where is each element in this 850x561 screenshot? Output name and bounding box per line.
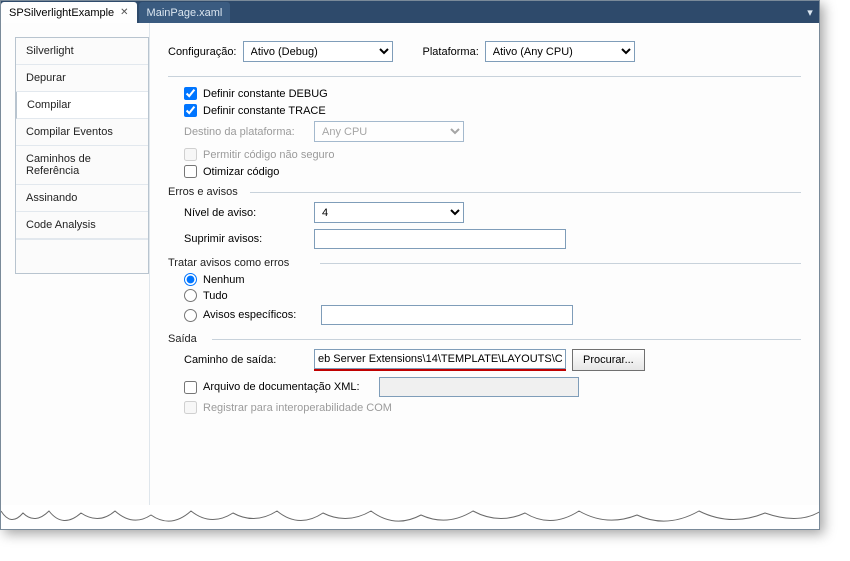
suppress-label: Suprimir avisos: <box>184 233 314 245</box>
platform-label: Plataforma: <box>423 46 479 58</box>
radio-all-label: Tudo <box>203 290 228 302</box>
radio-none-label: Nenhum <box>203 274 245 286</box>
tab-label: SPSilverlightExample <box>9 7 114 19</box>
check-debug-constant[interactable] <box>184 87 197 100</box>
check-debug-label: Definir constante DEBUG <box>203 88 328 100</box>
sidebar-item-depurar[interactable]: Depurar <box>16 65 148 92</box>
check-trace-label: Definir constante TRACE <box>203 105 326 117</box>
sidebar-item-code-analysis[interactable]: Code Analysis <box>16 212 148 239</box>
tab-project-properties[interactable]: SPSilverlightExample ✕ <box>1 2 137 23</box>
sidebar-item-compilar[interactable]: Compilar <box>16 92 148 119</box>
output-path-label: Caminho de saída: <box>184 354 314 366</box>
warn-level-select[interactable]: 4 <box>314 202 464 223</box>
tab-overflow-dropdown[interactable]: ▾ <box>801 1 819 23</box>
tab-mainpage-xaml[interactable]: MainPage.xaml <box>139 2 231 23</box>
check-unsafe-label: Permitir código não seguro <box>203 149 334 161</box>
sidebar-item-compilar-eventos[interactable]: Compilar Eventos <box>16 119 148 146</box>
group-errors-title: Erros e avisos <box>168 186 801 198</box>
radio-all[interactable] <box>184 289 197 302</box>
radio-specific[interactable] <box>184 309 197 322</box>
group-output-title: Saída <box>168 333 801 345</box>
compile-page: Configuração: Ativo (Debug) Plataforma: … <box>149 23 819 529</box>
property-page-nav: Silverlight Depurar Compilar Compilar Ev… <box>15 37 149 274</box>
check-cominterop <box>184 401 197 414</box>
check-optimize[interactable] <box>184 165 197 178</box>
properties-window: SPSilverlightExample ✕ MainPage.xaml ▾ S… <box>0 0 820 530</box>
document-tabbar: SPSilverlightExample ✕ MainPage.xaml ▾ <box>1 1 819 23</box>
sidebar-item-assinando[interactable]: Assinando <box>16 185 148 212</box>
warn-level-label: Nível de aviso: <box>184 207 314 219</box>
radio-none[interactable] <box>184 273 197 286</box>
torn-edge-decoration <box>1 505 819 529</box>
browse-button[interactable]: Procurar... <box>572 349 645 371</box>
check-xmldoc[interactable] <box>184 381 197 394</box>
sidebar-item-silverlight[interactable]: Silverlight <box>16 38 148 65</box>
sidebar-item-caminhos[interactable]: Caminhos de Referência <box>16 146 148 185</box>
config-label: Configuração: <box>168 46 237 58</box>
suppress-input[interactable] <box>314 229 566 249</box>
check-xmldoc-label: Arquivo de documentação XML: <box>203 381 373 393</box>
close-icon[interactable]: ✕ <box>120 7 128 18</box>
check-unsafe <box>184 148 197 161</box>
check-trace-constant[interactable] <box>184 104 197 117</box>
target-platform-label: Destino da plataforma: <box>184 126 314 138</box>
tab-label: MainPage.xaml <box>147 7 223 19</box>
check-cominterop-label: Registrar para interoperabilidade COM <box>203 402 392 414</box>
xmldoc-path-input <box>379 377 579 397</box>
sidebar-tail <box>16 239 148 273</box>
group-treat-title: Tratar avisos como erros <box>168 257 801 269</box>
check-optimize-label: Otimizar código <box>203 166 279 178</box>
specific-warnings-input[interactable] <box>321 305 573 325</box>
target-platform-select: Any CPU <box>314 121 464 142</box>
platform-select[interactable]: Ativo (Any CPU) <box>485 41 635 62</box>
output-path-input[interactable] <box>314 349 566 369</box>
config-select[interactable]: Ativo (Debug) <box>243 41 393 62</box>
radio-specific-label: Avisos específicos: <box>203 309 315 321</box>
